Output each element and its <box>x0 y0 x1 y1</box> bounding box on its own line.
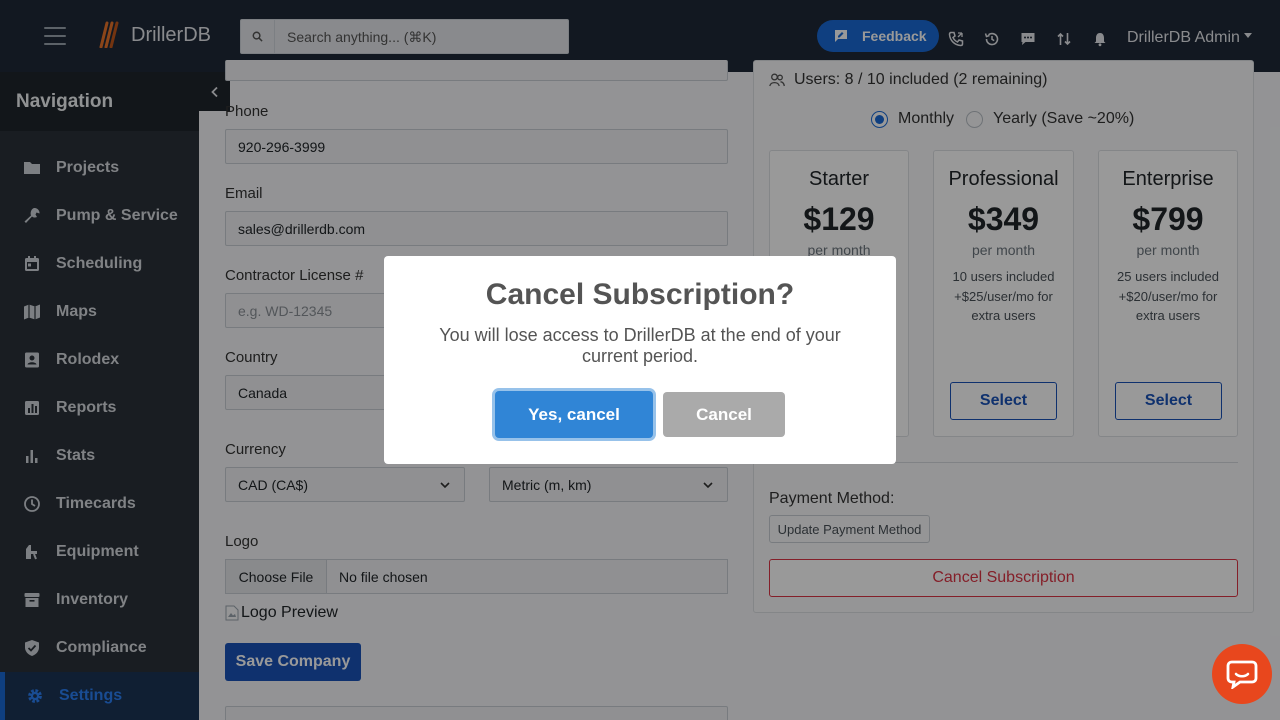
chat-bubble-icon <box>1226 660 1258 689</box>
cancel-subscription-dialog: Cancel Subscription? You will lose acces… <box>384 256 896 464</box>
dialog-message: You will lose access to DrillerDB at the… <box>439 325 841 366</box>
dismiss-dialog-button[interactable]: Cancel <box>663 392 785 437</box>
live-chat-button[interactable] <box>1212 644 1272 704</box>
confirm-cancel-button[interactable]: Yes, cancel <box>495 391 653 438</box>
dialog-actions: Yes, cancel Cancel <box>384 391 896 438</box>
dialog-title: Cancel Subscription? <box>485 278 795 311</box>
